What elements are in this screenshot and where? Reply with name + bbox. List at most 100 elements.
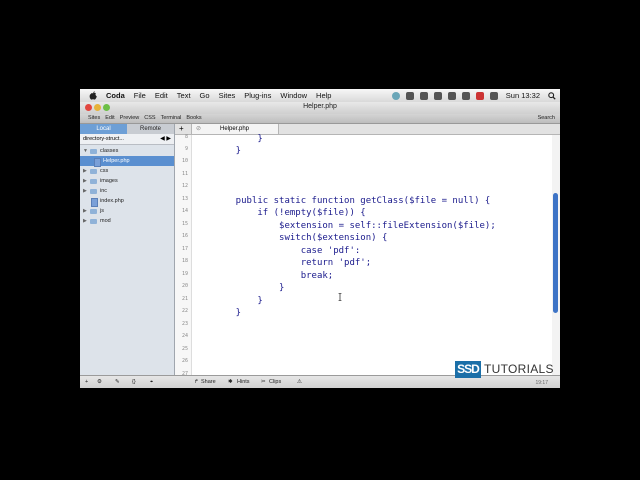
coda-window: Coda File Edit Text Go Sites Plug-ins Wi…: [80, 89, 560, 388]
menu-help[interactable]: Help: [316, 91, 331, 100]
line-number: 23: [181, 321, 188, 327]
wifi-icon[interactable]: [447, 91, 456, 100]
flag-icon[interactable]: [475, 91, 484, 100]
menu-file[interactable]: File: [134, 91, 146, 100]
tree-item-label: Helper.php: [103, 158, 130, 164]
tree-item-label: js: [100, 208, 104, 214]
text-cursor-icon: [338, 293, 342, 301]
remote-tab[interactable]: Remote: [127, 124, 174, 134]
local-remote-switch: Local Remote: [80, 124, 174, 134]
clock[interactable]: Sun 13:32: [506, 91, 540, 100]
menu-window[interactable]: Window: [280, 91, 307, 100]
local-tab[interactable]: Local: [80, 124, 127, 134]
folder-icon: [90, 219, 97, 224]
apple-icon[interactable]: [89, 91, 97, 100]
menu-plugins[interactable]: Plug-ins: [244, 91, 271, 100]
search-label[interactable]: Search: [538, 115, 555, 121]
menu-go[interactable]: Go: [200, 91, 210, 100]
tree-item-mod[interactable]: ▶ mod: [80, 216, 174, 226]
tab-terminal[interactable]: Terminal: [161, 115, 182, 121]
line-number: 19: [181, 271, 188, 277]
line-number: 11: [181, 171, 188, 177]
volume-icon[interactable]: [461, 91, 470, 100]
code-line: }: [214, 146, 242, 156]
braces-icon[interactable]: {}: [132, 379, 136, 385]
menubar: Coda File Edit Text Go Sites Plug-ins Wi…: [80, 89, 560, 103]
hints-button[interactable]: Hints: [237, 379, 250, 385]
disclosure-closed-icon[interactable]: ▶: [83, 176, 87, 186]
disclosure-closed-icon[interactable]: ▶: [83, 166, 87, 176]
tab-sites[interactable]: Sites: [88, 115, 100, 121]
bluetooth-icon[interactable]: [433, 91, 442, 100]
tree-item-label: inc: [100, 188, 108, 194]
file-sidebar: Local Remote directory-struct... ◀ ▶ ▼ c…: [80, 124, 175, 375]
toolbar: Sites Edit Preview CSS Terminal Books Se…: [80, 114, 560, 124]
menu-sites[interactable]: Sites: [219, 91, 236, 100]
disclosure-closed-icon[interactable]: ▶: [83, 216, 87, 226]
close-tab-icon[interactable]: ⊘: [196, 124, 201, 134]
time-machine-icon[interactable]: [419, 91, 428, 100]
logo-word: TUTORIALS: [484, 362, 554, 376]
tree-item-label: mod: [100, 218, 111, 224]
share-icon[interactable]: ↱: [194, 379, 199, 385]
new-tab-button[interactable]: +: [179, 124, 184, 134]
cursor-position: 19:17: [535, 380, 548, 386]
code-line: }: [214, 296, 263, 306]
dropbox-icon[interactable]: [405, 91, 414, 100]
menu-app-name[interactable]: Coda: [106, 91, 125, 100]
wrench-icon[interactable]: ✎: [115, 379, 120, 385]
disclosure-closed-icon[interactable]: ▶: [83, 186, 87, 196]
folder-icon: [90, 149, 97, 154]
tree-item-label: css: [100, 168, 109, 174]
tree-item-helper-php[interactable]: Helper.php: [80, 156, 174, 167]
hints-icon[interactable]: ✱: [228, 379, 233, 385]
disclosure-open-icon[interactable]: ▼: [83, 146, 88, 156]
editor-tab-helper[interactable]: ⊘ Helper.php: [191, 124, 279, 134]
warning-icon[interactable]: ⚠: [297, 379, 302, 385]
code-line: break;: [214, 271, 334, 281]
spotlight-icon[interactable]: [548, 91, 556, 100]
gear-icon[interactable]: ⚙: [97, 379, 102, 385]
tree-item-images[interactable]: ▶ images: [80, 176, 174, 186]
folder-icon: [90, 179, 97, 184]
tree-item-label: index.php: [100, 198, 124, 204]
clips-icon[interactable]: ✂: [261, 379, 266, 385]
editor-scrollbar[interactable]: [552, 135, 560, 375]
tree-item-inc[interactable]: ▶ inc: [80, 186, 174, 196]
tab-css[interactable]: CSS: [144, 115, 155, 121]
line-number: 16: [181, 233, 188, 239]
line-number: 14: [181, 208, 188, 214]
network-icon[interactable]: [391, 91, 400, 100]
code-line: }: [214, 308, 242, 318]
path-dropdown[interactable]: directory-struct...: [83, 136, 124, 142]
code-line: case 'pdf':: [214, 246, 361, 256]
code-line: if (!empty($file)) {: [214, 208, 366, 218]
code-editor[interactable]: } } public static function getClass($fil…: [192, 134, 552, 375]
clips-button[interactable]: Clips: [269, 379, 281, 385]
tree-item-classes[interactable]: ▼ classes: [80, 146, 174, 156]
tab-edit[interactable]: Edit: [105, 115, 114, 121]
pin-icon[interactable]: ⌖: [150, 379, 153, 386]
path-bar: directory-struct... ◀ ▶: [80, 134, 174, 145]
line-number: 18: [181, 258, 188, 264]
forward-arrow-icon[interactable]: ▶: [166, 136, 171, 142]
code-line: }: [214, 283, 285, 293]
tab-books[interactable]: Books: [186, 115, 201, 121]
battery-icon[interactable]: [489, 91, 498, 100]
menu-edit[interactable]: Edit: [155, 91, 168, 100]
back-arrow-icon[interactable]: ◀: [160, 136, 165, 142]
line-number: 26: [181, 358, 188, 364]
line-number: 15: [181, 221, 188, 227]
tree-item-css[interactable]: ▶ css: [80, 166, 174, 176]
scrollbar-thumb[interactable]: [553, 193, 558, 313]
menu-text[interactable]: Text: [177, 91, 191, 100]
share-button[interactable]: Share: [201, 379, 216, 385]
line-number: 24: [181, 333, 188, 339]
disclosure-closed-icon[interactable]: ▶: [83, 206, 87, 216]
tree-item-index-php[interactable]: index.php: [80, 196, 174, 207]
line-number: 21: [181, 296, 188, 302]
line-number: 25: [181, 346, 188, 352]
add-icon[interactable]: +: [85, 379, 88, 385]
tree-item-js[interactable]: ▶ js: [80, 206, 174, 216]
tab-preview[interactable]: Preview: [120, 115, 140, 121]
